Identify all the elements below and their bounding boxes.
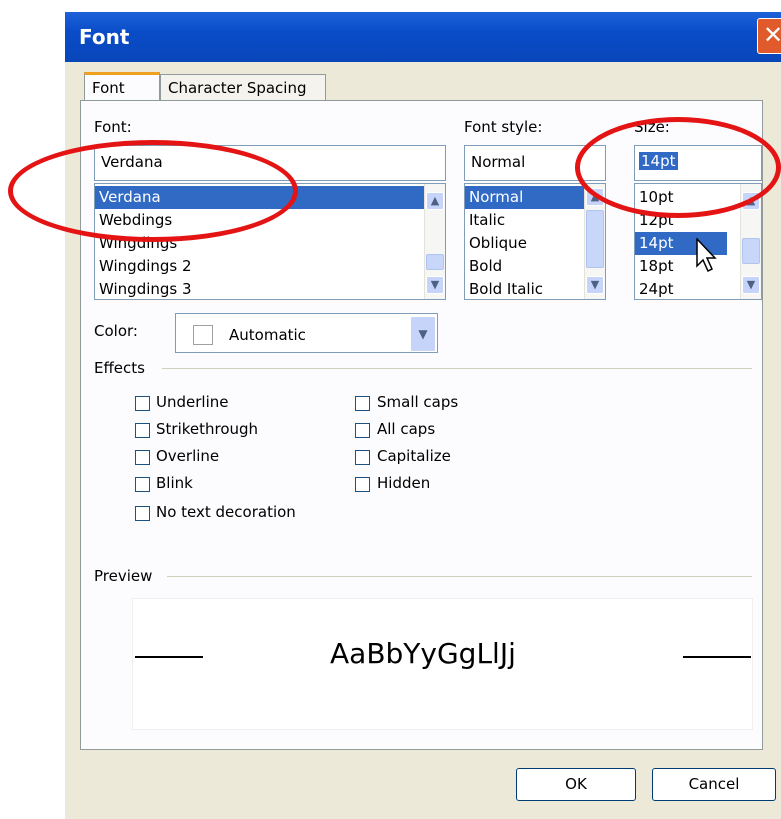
scroll-down-icon[interactable]: ▼ bbox=[742, 276, 760, 294]
annotation-ellipse-font bbox=[8, 140, 298, 242]
no-text-decoration-label: No text decoration bbox=[156, 503, 296, 521]
annotation-ellipse-size bbox=[575, 117, 781, 218]
scroll-up-icon[interactable]: ▲ bbox=[426, 192, 444, 210]
preview-divider bbox=[167, 576, 752, 577]
capitalize-checkbox[interactable] bbox=[355, 450, 370, 465]
color-swatch bbox=[193, 325, 213, 345]
ok-button[interactable]: OK bbox=[516, 768, 636, 801]
preview-baseline-right bbox=[683, 656, 751, 658]
chevron-down-icon[interactable]: ▼ bbox=[410, 316, 436, 352]
preview-sample-text: AaBbYyGgLlJj bbox=[330, 637, 516, 670]
overline-label: Overline bbox=[156, 447, 220, 465]
effects-label: Effects bbox=[94, 359, 145, 377]
list-item[interactable]: Wingdings 3 bbox=[95, 278, 445, 299]
tab-character-spacing[interactable]: Character Spacing bbox=[160, 74, 326, 100]
color-label: Color: bbox=[94, 322, 138, 340]
font-style-label: Font style: bbox=[464, 118, 543, 136]
underline-label: Underline bbox=[156, 393, 229, 411]
hidden-label: Hidden bbox=[377, 474, 431, 492]
underline-checkbox[interactable] bbox=[135, 396, 150, 411]
title-bar bbox=[65, 12, 781, 62]
scroll-thumb[interactable] bbox=[742, 238, 760, 264]
no-text-decoration-checkbox[interactable] bbox=[135, 506, 150, 521]
color-value: Automatic bbox=[229, 326, 306, 344]
color-dropdown[interactable] bbox=[175, 313, 438, 353]
effects-divider bbox=[162, 368, 752, 369]
scroll-down-icon[interactable]: ▼ bbox=[586, 276, 604, 294]
strikethrough-label: Strikethrough bbox=[156, 420, 259, 438]
font-list-scrollbar[interactable]: ▲ ▼ bbox=[424, 184, 445, 299]
close-icon: ✕ bbox=[762, 21, 781, 49]
preview-label: Preview bbox=[94, 567, 153, 585]
capitalize-label: Capitalize bbox=[377, 447, 451, 465]
list-item[interactable]: Wingdings 2 bbox=[95, 255, 445, 278]
scroll-down-icon[interactable]: ▼ bbox=[426, 276, 444, 294]
strikethrough-checkbox[interactable] bbox=[135, 423, 150, 438]
small-caps-label: Small caps bbox=[377, 393, 459, 411]
cancel-button[interactable]: Cancel bbox=[652, 768, 776, 801]
close-button[interactable]: ✕ bbox=[757, 18, 781, 54]
hidden-checkbox[interactable] bbox=[355, 477, 370, 492]
small-caps-checkbox[interactable] bbox=[355, 396, 370, 411]
all-caps-checkbox[interactable] bbox=[355, 423, 370, 438]
all-caps-label: All caps bbox=[377, 420, 436, 438]
mouse-cursor-icon bbox=[696, 238, 717, 273]
blink-checkbox[interactable] bbox=[135, 477, 150, 492]
tab-font[interactable]: Font bbox=[84, 72, 160, 100]
scroll-thumb[interactable] bbox=[426, 254, 444, 270]
overline-checkbox[interactable] bbox=[135, 450, 150, 465]
preview-baseline-left bbox=[135, 656, 203, 658]
scroll-thumb[interactable] bbox=[586, 210, 604, 268]
window-title: Font bbox=[79, 25, 130, 49]
font-label: Font: bbox=[94, 118, 132, 136]
blink-label: Blink bbox=[156, 474, 193, 492]
font-style-list[interactable]: Normal Italic Oblique Bold Bold Italic ▲… bbox=[464, 183, 606, 300]
